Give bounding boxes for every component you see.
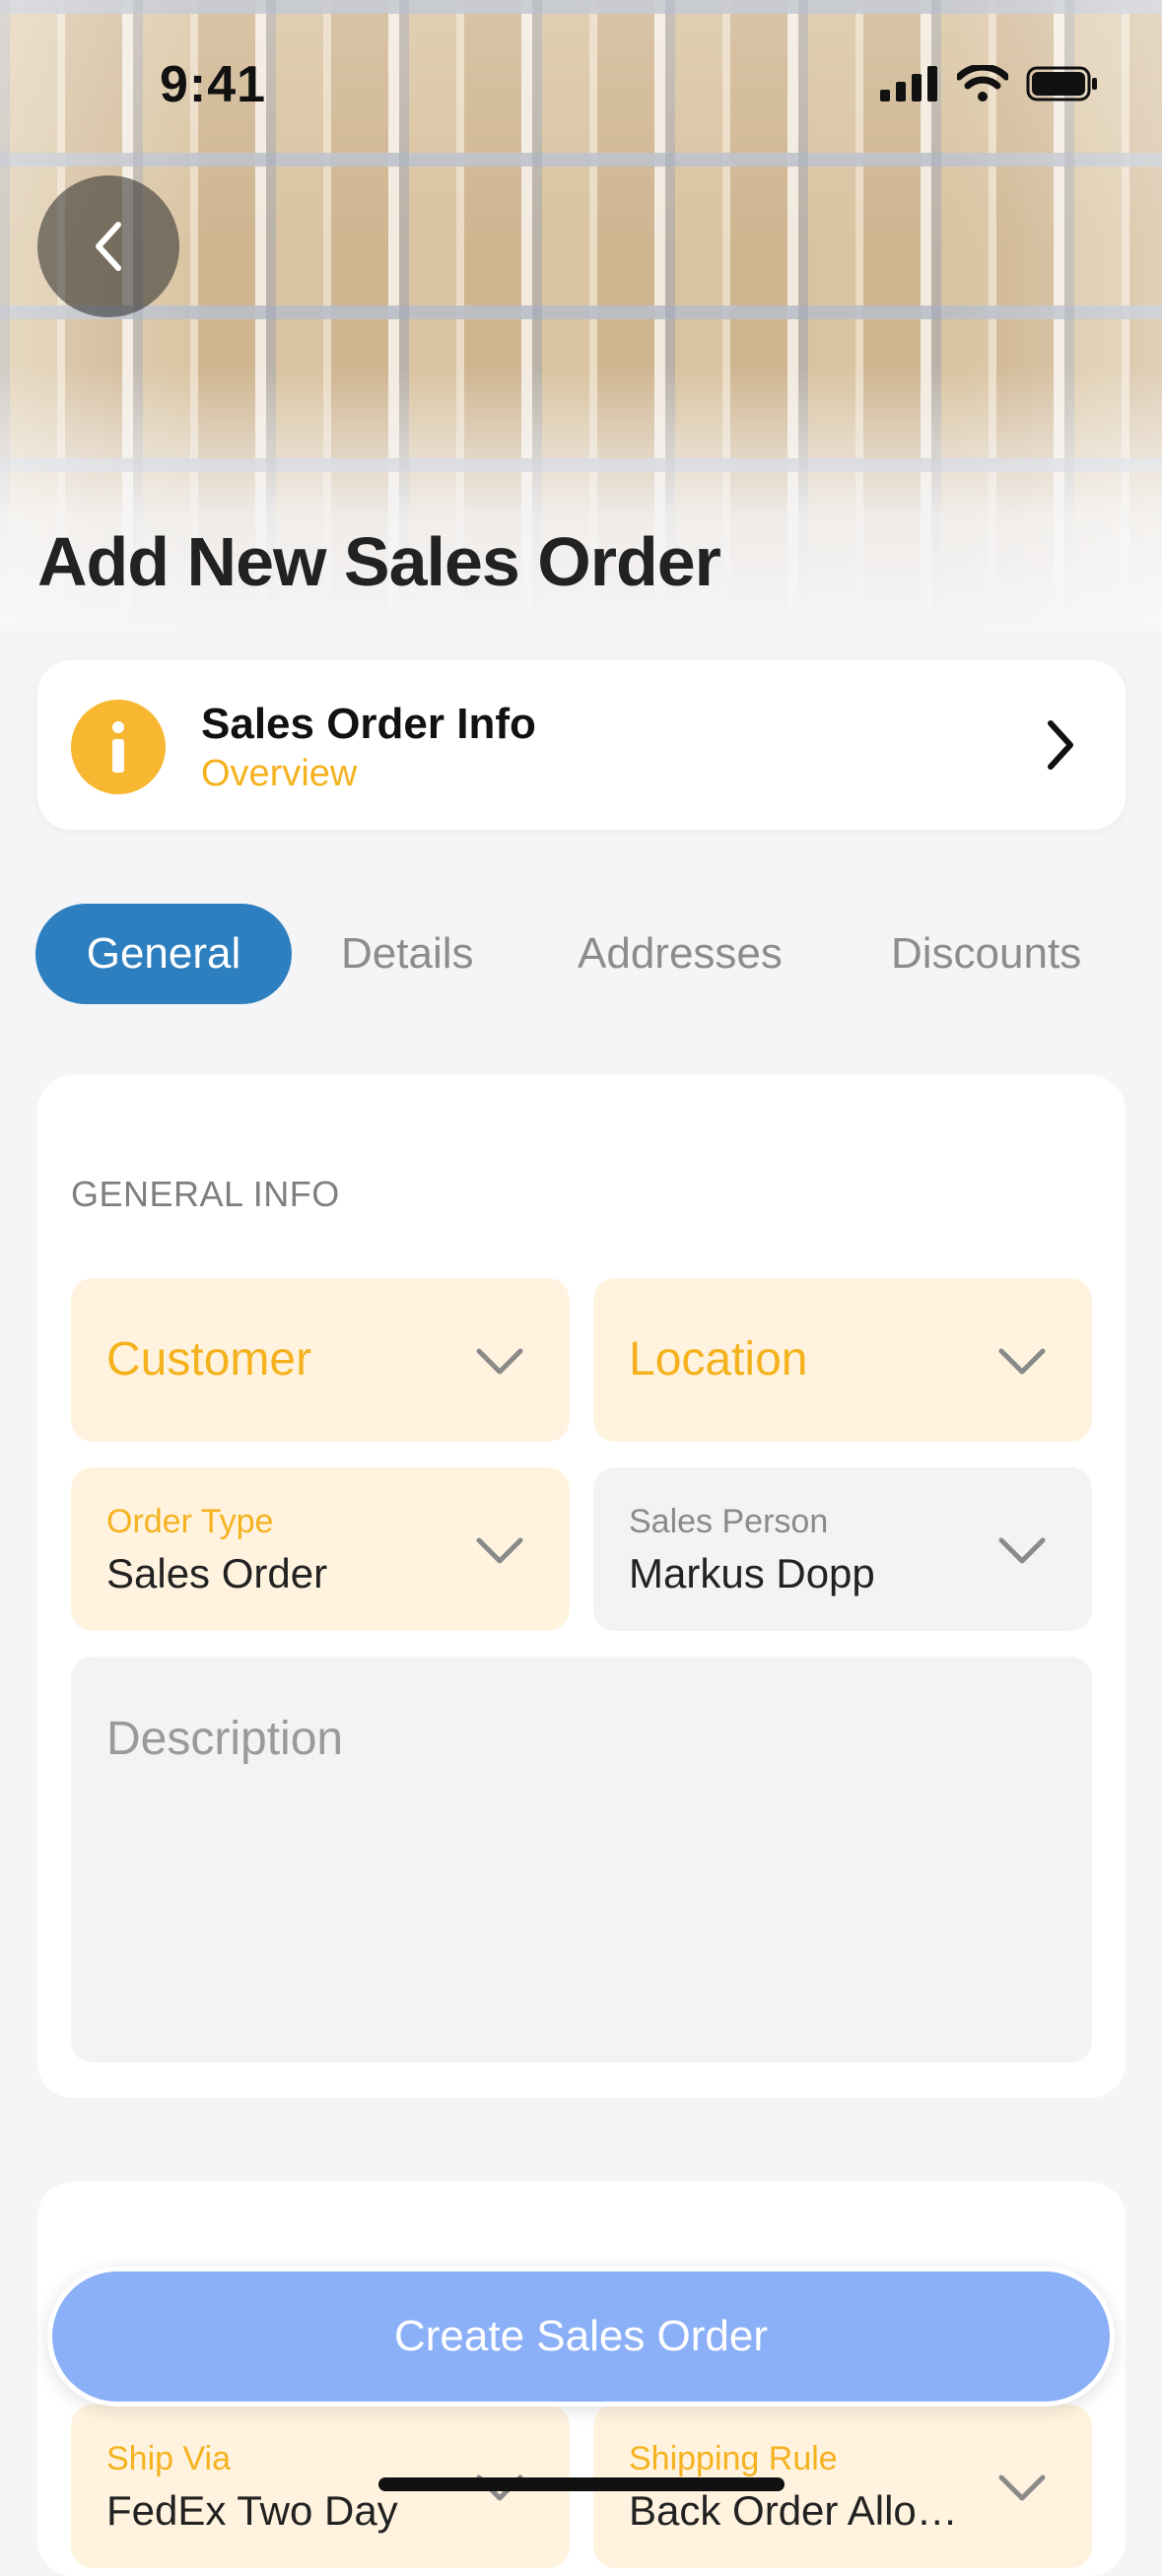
ship-via-value: FedEx Two Day (106, 2487, 398, 2534)
chevron-down-icon (476, 1348, 523, 1375)
description-field[interactable]: Description (71, 1657, 1092, 2063)
tab-bar: General Details Addresses Discounts (35, 904, 1129, 1004)
tab-general[interactable]: General (35, 904, 292, 1004)
page-title: Add New Sales Order (37, 523, 721, 600)
battery-icon (1026, 66, 1097, 102)
sales-person-value: Markus Dopp (629, 1550, 875, 1596)
create-sales-order-button[interactable]: Create Sales Order (47, 2267, 1115, 2407)
wifi-icon (957, 65, 1008, 102)
status-bar: 9:41 (0, 0, 1162, 148)
order-type-select[interactable]: Order Type Sales Order (71, 1467, 570, 1631)
sales-person-select[interactable]: Sales Person Markus Dopp (593, 1467, 1092, 1631)
chevron-down-icon (998, 1537, 1046, 1564)
tab-addresses[interactable]: Addresses (578, 904, 783, 1004)
section-label: GENERAL INFO (71, 1174, 340, 1214)
ship-via-label: Ship Via (106, 2440, 232, 2477)
customer-placeholder: Customer (106, 1333, 312, 1386)
sales-order-info-card[interactable]: Sales Order Info Overview (37, 660, 1126, 830)
customer-select[interactable]: Customer (71, 1278, 570, 1442)
chevron-down-icon (998, 1348, 1046, 1375)
home-indicator (378, 2477, 785, 2491)
chevron-right-icon (1048, 720, 1073, 770)
location-select[interactable]: Location (593, 1278, 1092, 1442)
chevron-down-icon (998, 2474, 1046, 2501)
shipping-rule-label: Shipping Rule (629, 2440, 838, 2477)
location-placeholder: Location (629, 1333, 808, 1386)
chevron-down-icon (476, 1537, 523, 1564)
tab-details[interactable]: Details (341, 904, 474, 1004)
status-time: 9:41 (160, 56, 267, 113)
order-type-label: Order Type (106, 1503, 274, 1540)
info-icon (71, 700, 166, 794)
signal-icon (880, 66, 937, 102)
status-icons (880, 65, 1099, 102)
chevron-left-icon (96, 222, 121, 271)
order-type-value: Sales Order (106, 1550, 328, 1596)
shipping-rule-value: Back Order Allo… (629, 2487, 958, 2534)
back-button[interactable] (37, 175, 179, 317)
tab-discounts[interactable]: Discounts (891, 904, 1081, 1004)
general-info-card: GENERAL INFO Customer Location Order Typ… (37, 1075, 1126, 2098)
sales-person-label: Sales Person (629, 1503, 829, 1540)
info-card-title: Sales Order Info (201, 700, 536, 748)
info-card-subtitle: Overview (201, 753, 358, 794)
description-placeholder: Description (106, 1713, 344, 1765)
